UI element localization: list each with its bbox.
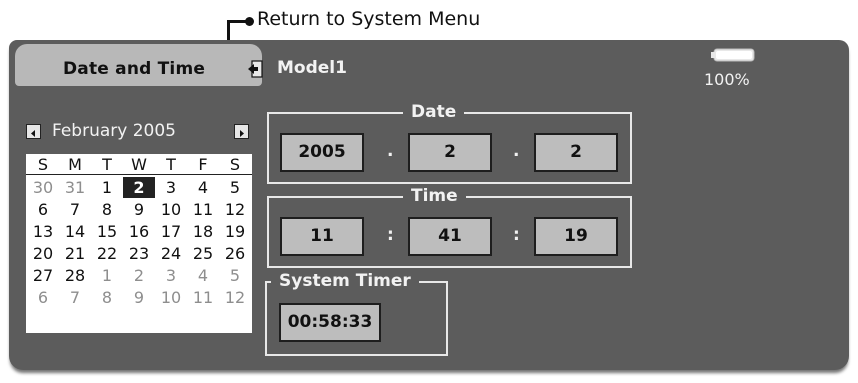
- date-separator: .: [513, 141, 520, 161]
- calendar-day[interactable]: 7: [59, 287, 91, 308]
- minute-field[interactable]: 41: [408, 217, 492, 256]
- time-separator: :: [513, 225, 520, 245]
- month-field[interactable]: 2: [408, 133, 492, 172]
- calendar-day[interactable]: 9: [123, 199, 155, 220]
- calendar-day[interactable]: 9: [123, 287, 155, 308]
- calendar-day[interactable]: 2: [123, 265, 155, 286]
- calendar-day[interactable]: 27: [27, 265, 59, 286]
- system-timer-group: System Timer 00:58:33: [265, 271, 448, 356]
- time-label: Time: [403, 186, 466, 206]
- left-arrow-icon: [31, 130, 35, 137]
- calendar-day[interactable]: 18: [187, 221, 219, 242]
- date-separator: .: [387, 141, 394, 161]
- screen-panel: Date and Time Model1 100% February 2005 …: [9, 40, 849, 370]
- calendar-day[interactable]: 5: [219, 265, 251, 286]
- weekday-label: S: [229, 155, 241, 174]
- calendar-day[interactable]: 17: [155, 221, 187, 242]
- calendar-weekday-row: S M T W T F S: [26, 154, 252, 175]
- calendar-day[interactable]: 13: [27, 221, 59, 242]
- battery-icon: [711, 48, 755, 62]
- calendar-day[interactable]: 30: [27, 177, 59, 198]
- calendar-day[interactable]: 11: [187, 287, 219, 308]
- calendar-day[interactable]: 15: [91, 221, 123, 242]
- calendar-day[interactable]: 8: [91, 287, 123, 308]
- weekday-label: T: [166, 155, 176, 174]
- calendar-grid: S M T W T F S 30 31 1 2 3 4 5 6 7 8 9 10…: [26, 154, 252, 333]
- calendar-day[interactable]: 10: [155, 287, 187, 308]
- page-title: Date and Time: [63, 59, 206, 79]
- calendar-week-row: 27 28 1 2 3 4 5: [26, 265, 252, 286]
- calendar-header: February 2005: [26, 120, 250, 142]
- calendar-day[interactable]: 1: [91, 265, 123, 286]
- calendar-week-row: 13 14 15 16 17 18 19: [26, 221, 252, 242]
- model-name: Model1: [277, 58, 347, 78]
- time-separator: :: [387, 225, 394, 245]
- calendar-week-row: 6 7 8 9 10 11 12: [26, 287, 252, 308]
- weekday-label: M: [68, 155, 82, 174]
- calendar-day[interactable]: 24: [155, 243, 187, 264]
- title-tab[interactable]: Date and Time: [15, 44, 263, 86]
- calendar-day[interactable]: 12: [219, 199, 251, 220]
- calendar-day[interactable]: 19: [219, 221, 251, 242]
- date-group: Date 2005 . 2 . 2: [267, 102, 632, 184]
- callout-connector-line: [227, 20, 247, 23]
- calendar-week-row: 6 7 8 9 10 11 12: [26, 199, 252, 220]
- previous-month-button[interactable]: [26, 124, 41, 139]
- callout-bullet: [245, 17, 254, 26]
- calendar-day[interactable]: 4: [187, 265, 219, 286]
- system-timer-field[interactable]: 00:58:33: [279, 303, 381, 342]
- system-timer-label: System Timer: [271, 271, 419, 291]
- calendar-day[interactable]: 28: [59, 265, 91, 286]
- return-icon[interactable]: [247, 60, 263, 78]
- calendar-day[interactable]: 11: [187, 199, 219, 220]
- calendar-day[interactable]: 23: [123, 243, 155, 264]
- time-group: Time 11 : 41 : 19: [267, 186, 632, 268]
- calendar-day[interactable]: 3: [155, 265, 187, 286]
- calendar-day[interactable]: 12: [219, 287, 251, 308]
- weekday-label: F: [198, 155, 208, 174]
- calendar-day[interactable]: 7: [59, 199, 91, 220]
- calendar-day[interactable]: 21: [59, 243, 91, 264]
- calendar-day[interactable]: 3: [155, 177, 187, 198]
- calendar-day[interactable]: 31: [59, 177, 91, 198]
- day-field[interactable]: 2: [534, 133, 618, 172]
- weekday-divider: [26, 174, 252, 175]
- calendar-month-label: February 2005: [52, 121, 176, 141]
- weekday-label: S: [37, 155, 49, 174]
- date-label: Date: [403, 102, 465, 122]
- calendar-day[interactable]: 10: [155, 199, 187, 220]
- second-field[interactable]: 19: [534, 217, 618, 256]
- calendar-week-row: 20 21 22 23 24 25 26: [26, 243, 252, 264]
- calendar-day[interactable]: 14: [59, 221, 91, 242]
- callout-label: Return to System Menu: [257, 8, 481, 30]
- calendar-day[interactable]: 25: [187, 243, 219, 264]
- weekday-label: T: [102, 155, 112, 174]
- right-arrow-icon: [240, 130, 244, 137]
- weekday-label: W: [131, 155, 147, 174]
- calendar-day[interactable]: 6: [27, 287, 59, 308]
- next-month-button[interactable]: [234, 124, 249, 139]
- calendar-day[interactable]: 1: [91, 177, 123, 198]
- year-field[interactable]: 2005: [280, 133, 364, 172]
- calendar-day[interactable]: 16: [123, 221, 155, 242]
- hour-field[interactable]: 11: [280, 217, 364, 256]
- battery-percentage: 100%: [704, 70, 750, 89]
- calendar-week-row: 30 31 1 2 3 4 5: [26, 177, 252, 198]
- calendar-day-selected[interactable]: 2: [123, 177, 155, 198]
- calendar-day[interactable]: 26: [219, 243, 251, 264]
- calendar-day[interactable]: 8: [91, 199, 123, 220]
- calendar-day[interactable]: 6: [27, 199, 59, 220]
- calendar-day[interactable]: 20: [27, 243, 59, 264]
- calendar-day[interactable]: 5: [219, 177, 251, 198]
- calendar-day[interactable]: 4: [187, 177, 219, 198]
- calendar-day[interactable]: 22: [91, 243, 123, 264]
